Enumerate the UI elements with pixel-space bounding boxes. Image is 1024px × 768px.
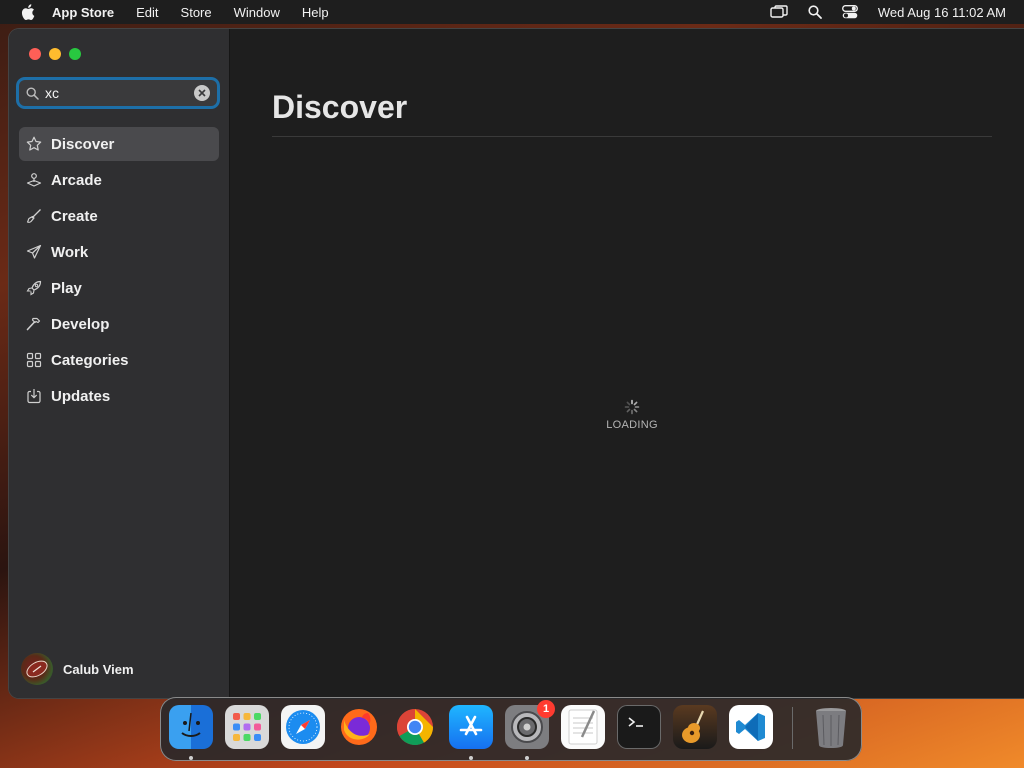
dock-chrome[interactable] xyxy=(393,705,437,749)
dock-app-store[interactable] xyxy=(449,705,493,749)
football-icon xyxy=(26,660,48,678)
minimize-window-button[interactable] xyxy=(49,48,61,60)
guitar-icon xyxy=(682,710,705,743)
user-name: Calub Viem xyxy=(63,661,134,677)
page-title: Discover xyxy=(272,89,408,125)
running-indicator xyxy=(525,756,529,760)
joystick-icon xyxy=(26,172,42,188)
close-icon xyxy=(198,89,206,97)
sidebar-item-work[interactable]: Work xyxy=(19,235,219,269)
zoom-window-button[interactable] xyxy=(69,48,81,60)
dock-separator xyxy=(792,707,793,749)
sidebar-item-label: Play xyxy=(51,279,82,297)
window-controls xyxy=(29,48,81,60)
paper-plane-icon xyxy=(26,244,42,260)
firefox-icon xyxy=(341,709,377,745)
dock-trash[interactable] xyxy=(809,705,853,749)
trash-icon xyxy=(816,708,846,748)
search-input[interactable] xyxy=(45,85,175,101)
apple-menu-icon[interactable] xyxy=(18,4,38,20)
app-name-menu[interactable]: App Store xyxy=(52,5,114,20)
title-divider xyxy=(272,136,992,137)
sidebar-item-categories[interactable]: Categories xyxy=(19,343,219,377)
control-center-icon[interactable] xyxy=(841,5,858,19)
window-menu[interactable]: Window xyxy=(234,5,280,20)
sidebar: Discover Arcade Create Work xyxy=(9,29,230,698)
star-icon xyxy=(26,136,42,152)
brush-icon xyxy=(26,208,42,224)
sidebar-item-label: Categories xyxy=(51,351,129,369)
main-content: Discover LOADING xyxy=(230,29,1024,698)
dock-system-settings[interactable]: 1 xyxy=(505,700,555,749)
terminal-icon xyxy=(628,717,643,727)
loading-text: LOADING xyxy=(606,419,658,431)
dock: 1 xyxy=(160,697,862,761)
safari-icon xyxy=(286,710,320,744)
rocket-icon xyxy=(26,280,42,296)
sidebar-item-play[interactable]: Play xyxy=(19,271,219,305)
dock-textedit[interactable] xyxy=(561,705,605,749)
edit-menu[interactable]: Edit xyxy=(136,5,158,20)
sidebar-item-label: Work xyxy=(51,243,89,261)
user-account[interactable]: Calub Viem xyxy=(21,653,134,685)
hammer-icon xyxy=(26,316,42,332)
running-indicator xyxy=(469,756,473,760)
sidebar-item-label: Create xyxy=(51,207,98,225)
sidebar-item-develop[interactable]: Develop xyxy=(19,307,219,341)
sidebar-nav: Discover Arcade Create Work Play Develop… xyxy=(19,127,219,415)
sidebar-item-label: Develop xyxy=(51,315,110,333)
app-store-icon xyxy=(459,715,483,736)
dock-terminal[interactable] xyxy=(617,705,661,749)
help-menu[interactable]: Help xyxy=(302,5,329,20)
sidebar-item-discover[interactable]: Discover xyxy=(19,127,219,161)
dock-vscode[interactable] xyxy=(729,705,773,749)
search-field[interactable] xyxy=(19,80,217,106)
sidebar-item-label: Arcade xyxy=(51,171,102,189)
app-store-window: Discover Arcade Create Work xyxy=(9,29,1024,698)
sidebar-item-label: Discover xyxy=(51,135,115,153)
launchpad-icon xyxy=(233,713,261,741)
finder-icon xyxy=(181,712,201,737)
loading-indicator: LOADING xyxy=(602,399,662,431)
dock-safari[interactable] xyxy=(281,705,325,749)
clear-search-button[interactable] xyxy=(194,85,210,101)
download-icon xyxy=(26,388,42,404)
avatar xyxy=(21,653,53,685)
store-menu[interactable]: Store xyxy=(181,5,212,20)
chrome-icon xyxy=(396,709,433,746)
vscode-icon xyxy=(736,713,765,741)
spinner-icon xyxy=(602,399,662,415)
sidebar-item-label: Updates xyxy=(51,387,111,405)
close-window-button[interactable] xyxy=(29,48,41,60)
spotlight-search-icon[interactable] xyxy=(808,5,822,19)
sidebar-item-arcade[interactable]: Arcade xyxy=(19,163,219,197)
notification-badge: 1 xyxy=(537,700,555,718)
dock-garageband[interactable] xyxy=(673,705,717,749)
dock-firefox[interactable] xyxy=(337,705,381,749)
dock-finder[interactable] xyxy=(169,705,213,749)
screen-mirroring-icon[interactable] xyxy=(770,5,788,19)
sidebar-item-create[interactable]: Create xyxy=(19,199,219,233)
textedit-icon xyxy=(568,709,598,745)
clock[interactable]: Wed Aug 16 11:02 AM xyxy=(878,5,1006,20)
dock-launchpad[interactable] xyxy=(225,705,269,749)
sidebar-item-updates[interactable]: Updates xyxy=(19,379,219,413)
grid-icon xyxy=(26,352,42,368)
menu-bar: App Store Edit Store Window Help Wed Aug… xyxy=(0,0,1024,24)
running-indicator xyxy=(189,756,193,760)
search-icon xyxy=(26,86,39,100)
